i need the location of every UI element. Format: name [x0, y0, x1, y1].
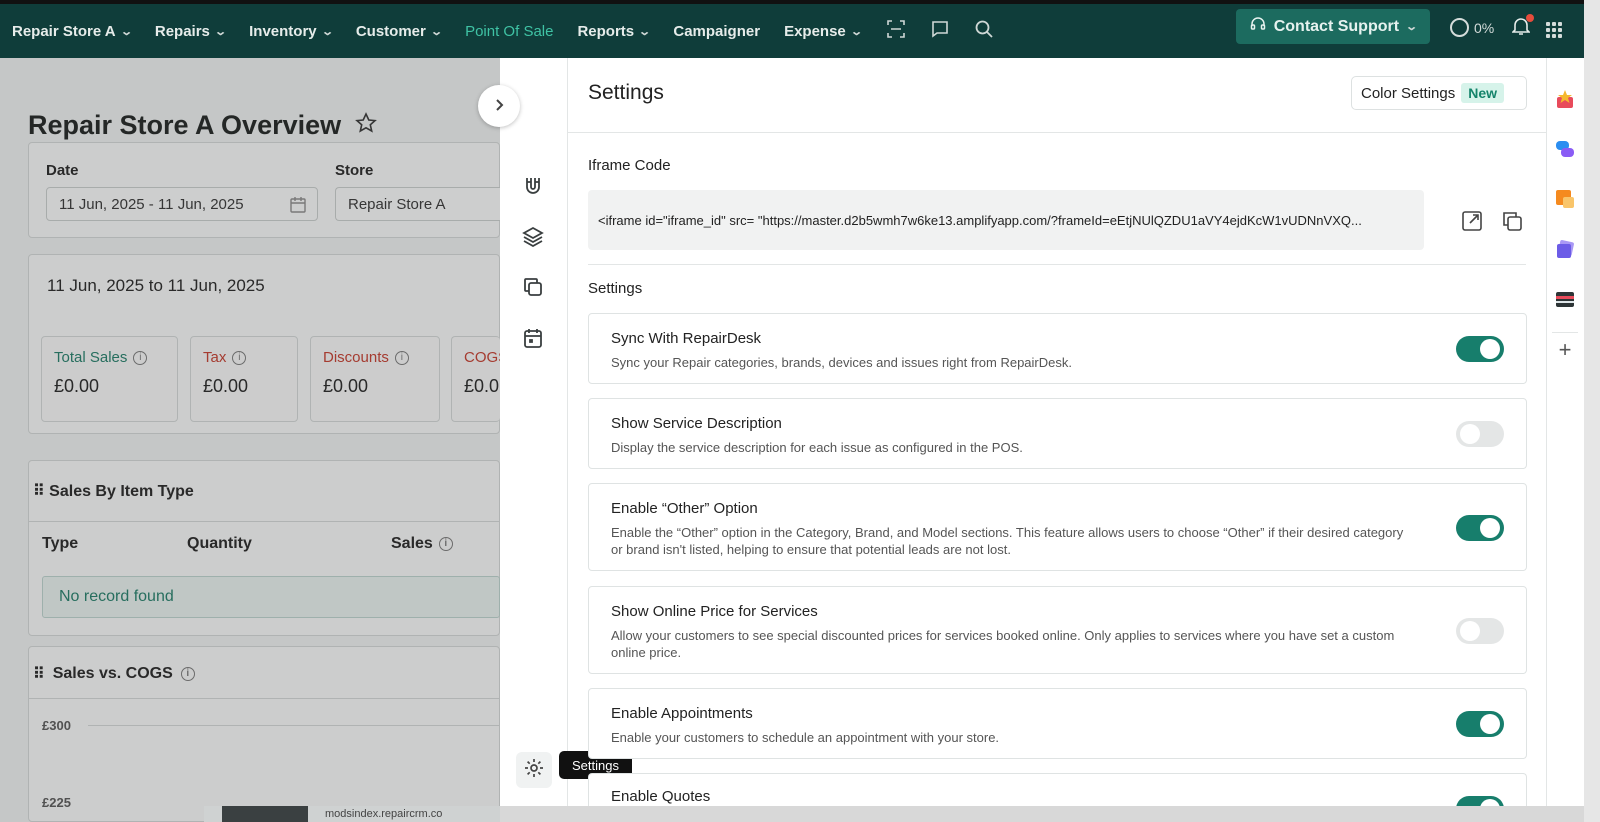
color-settings-button[interactable]: Color Settings New	[1351, 76, 1527, 110]
setting-title: Sync With RepairDesk	[611, 330, 762, 347]
chevron-down-icon: ⌄	[430, 25, 443, 38]
setting-description: Sync your Repair categories, brands, dev…	[611, 355, 1072, 370]
chevron-down-icon: ⌄	[320, 25, 334, 38]
nav-campaigner[interactable]: Campaigner	[673, 23, 760, 40]
search-icon[interactable]	[973, 19, 995, 44]
color-settings-label: Color Settings	[1361, 84, 1456, 102]
open-external-icon[interactable]	[1461, 210, 1483, 232]
right-app-rail	[1546, 58, 1584, 806]
progress-indicator[interactable]: 0%	[1450, 18, 1494, 37]
rail-divider	[1552, 332, 1578, 333]
nav-inventory-label: Inventory	[249, 22, 317, 40]
setting-title: Show Service Description	[611, 415, 782, 432]
layers-icon[interactable]	[521, 224, 545, 248]
toggle-knob	[1460, 424, 1480, 444]
nav-store-label: Repair Store A	[12, 22, 116, 40]
window-edge	[1584, 0, 1600, 822]
nav-point-of-sale[interactable]: Point Of Sale	[465, 23, 553, 40]
notification-dot	[1526, 14, 1534, 22]
panel-icon-rail	[500, 58, 568, 806]
toggle-knob	[1480, 518, 1500, 538]
setting-description: Enable your customers to schedule an app…	[611, 730, 1000, 745]
calendar-icon[interactable]	[521, 326, 545, 350]
nav-pos-label: Point Of Sale	[465, 22, 554, 40]
setting-row-sync: Sync With RepairDesk Sync your Repair ca…	[588, 313, 1527, 384]
nav-inventory[interactable]: Inventory ⌄	[249, 22, 334, 40]
nav-customer-label: Customer	[355, 22, 426, 40]
nav-reports[interactable]: Reports ⌄	[577, 22, 652, 40]
header-divider	[568, 132, 1546, 133]
bottom-bar	[500, 806, 1584, 822]
cards-app-icon[interactable]	[1554, 238, 1576, 260]
nav-expense-label: Expense	[784, 22, 846, 40]
chevron-down-icon: ⌄	[214, 25, 227, 38]
setting-row-online-price: Show Online Price for Services Allow you…	[588, 586, 1527, 674]
contact-support-button[interactable]: Contact Support ⌄	[1236, 9, 1430, 44]
setting-description: Allow your customers to see special disc…	[611, 628, 1395, 660]
setting-row-other-option: Enable “Other” Option Enable the “Other”…	[588, 483, 1527, 571]
headset-icon	[1250, 16, 1266, 37]
chevron-down-icon: ⌄	[1405, 21, 1419, 33]
copy-code-icon[interactable]	[1501, 210, 1523, 232]
notes-app-icon[interactable]	[1554, 188, 1576, 210]
iframe-code-field[interactable]: <iframe id="iframe_id" src= "https://mas…	[588, 190, 1424, 250]
setting-row-quotes: Enable Quotes	[588, 773, 1527, 806]
quotes-toggle[interactable]	[1456, 796, 1504, 806]
wallet-app-icon[interactable]	[1554, 288, 1576, 310]
chevron-right-icon	[492, 95, 506, 118]
toggle-knob	[1480, 339, 1500, 359]
iframe-code-label: Iframe Code	[588, 157, 671, 174]
chevron-down-icon: ⌄	[638, 25, 652, 38]
toggle-knob	[1480, 714, 1500, 734]
setting-title: Enable “Other” Option	[611, 500, 758, 517]
footer-url: modsindex.repaircrm.co	[325, 808, 443, 820]
nav-customer[interactable]: Customer ⌄	[355, 22, 443, 40]
copy-icon[interactable]	[521, 275, 545, 299]
chevron-down-icon: ⌄	[849, 25, 863, 38]
chevron-down-icon: ⌄	[119, 25, 133, 38]
toggle-knob	[1480, 799, 1500, 806]
setting-title: Enable Quotes	[611, 788, 711, 805]
setting-row-service-description: Show Service Description Display the ser…	[588, 398, 1527, 469]
setting-description: Display the service description for each…	[611, 440, 1023, 455]
magnet-icon[interactable]	[521, 174, 545, 198]
new-badge: New	[1461, 83, 1505, 103]
panel-title: Settings	[588, 81, 664, 104]
gift-app-icon[interactable]	[1554, 88, 1576, 110]
setting-title: Enable Appointments	[611, 705, 753, 722]
apps-grid-icon[interactable]	[1546, 22, 1562, 38]
progress-value: 0%	[1474, 19, 1495, 36]
nav-campaigner-label: Campaigner	[673, 22, 761, 40]
scan-icon[interactable]	[885, 19, 907, 44]
gear-icon	[523, 757, 545, 784]
section-divider	[588, 264, 1526, 265]
progress-ring-icon	[1450, 18, 1469, 37]
toggle-knob	[1460, 621, 1480, 641]
other-option-toggle[interactable]	[1456, 515, 1504, 541]
settings-section-label: Settings	[588, 280, 643, 297]
setting-row-appointments: Enable Appointments Enable your customer…	[588, 688, 1527, 759]
nav-repairs[interactable]: Repairs ⌄	[154, 22, 227, 40]
setting-description: Enable the “Other” option in the Categor…	[611, 525, 1404, 557]
contact-support-label: Contact Support	[1273, 17, 1400, 35]
footer-block	[222, 806, 308, 822]
chat-icon[interactable]	[929, 19, 951, 44]
appointments-toggle[interactable]	[1456, 711, 1504, 737]
plus-icon[interactable]: +	[1554, 339, 1576, 362]
nav-repairs-label: Repairs	[154, 22, 210, 40]
overlay-dim	[0, 58, 500, 822]
settings-gear-button[interactable]	[516, 752, 552, 788]
collapse-panel-button[interactable]	[478, 85, 520, 127]
nav-expense[interactable]: Expense ⌄	[784, 22, 863, 40]
iframe-code-text: <iframe id="iframe_id" src= "https://mas…	[598, 212, 1362, 228]
online-price-toggle[interactable]	[1456, 618, 1504, 644]
service-description-toggle[interactable]	[1456, 421, 1504, 447]
setting-title: Show Online Price for Services	[611, 603, 818, 620]
chat-bubbles-app-icon[interactable]	[1554, 138, 1576, 160]
sync-toggle[interactable]	[1456, 336, 1504, 362]
nav-store-selector[interactable]: Repair Store A ⌄	[12, 22, 133, 40]
nav-reports-label: Reports	[577, 22, 635, 40]
